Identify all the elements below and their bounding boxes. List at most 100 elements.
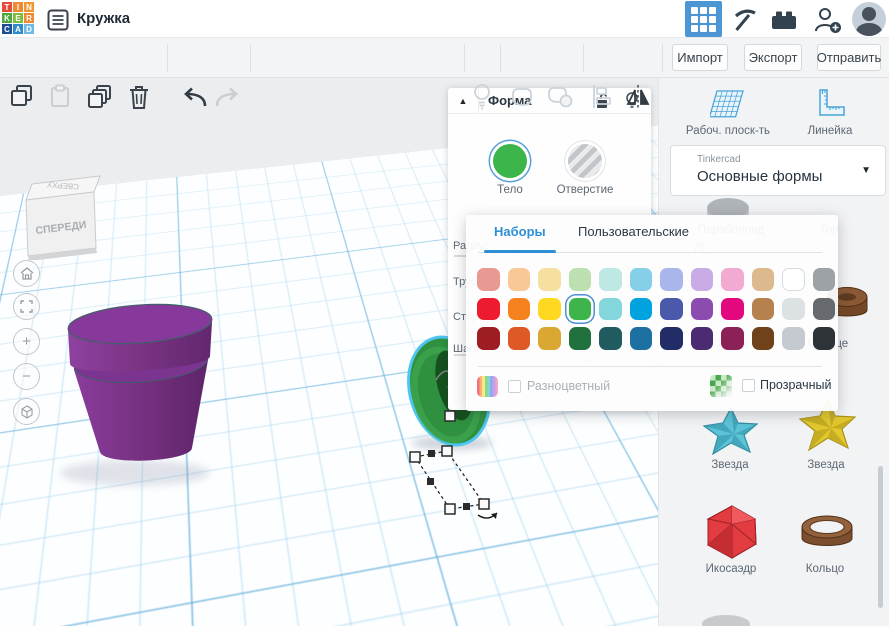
delete-button[interactable] bbox=[127, 84, 151, 110]
color-swatch[interactable] bbox=[569, 298, 592, 321]
duplicate-button[interactable] bbox=[86, 84, 112, 110]
brick-export-button[interactable] bbox=[770, 7, 798, 33]
color-swatch[interactable] bbox=[477, 327, 500, 350]
ruler-tool-label: Линейка bbox=[775, 125, 885, 137]
scale-handle[interactable] bbox=[442, 446, 452, 456]
align-button[interactable] bbox=[590, 84, 612, 109]
color-swatch[interactable] bbox=[782, 327, 805, 350]
color-swatch[interactable] bbox=[599, 327, 622, 350]
icosahedron-thumb[interactable] bbox=[703, 504, 761, 560]
color-swatch[interactable] bbox=[782, 268, 805, 291]
color-swatch[interactable] bbox=[477, 298, 500, 321]
color-swatch[interactable] bbox=[691, 268, 714, 291]
multicolor-icon bbox=[477, 376, 498, 397]
import-button[interactable]: Импорт bbox=[672, 44, 728, 71]
color-swatch[interactable] bbox=[660, 298, 683, 321]
color-swatch[interactable] bbox=[538, 268, 561, 291]
color-swatch[interactable] bbox=[752, 327, 775, 350]
design-menu-button[interactable] bbox=[44, 7, 72, 33]
transparent-checkbox[interactable] bbox=[742, 379, 755, 392]
zoom-out-button[interactable]: − bbox=[13, 363, 40, 390]
top-bar: TIN KER CAD Кружка bbox=[0, 0, 889, 38]
redo-button[interactable] bbox=[214, 86, 242, 108]
scale-handle[interactable] bbox=[445, 504, 455, 514]
ring-thumb[interactable] bbox=[799, 510, 855, 556]
shape-library-dropdown[interactable]: Tinkercad Основные формы ▼ bbox=[670, 145, 886, 196]
tinkercad-app: ч. плоск-ть bbox=[0, 0, 889, 626]
color-swatch[interactable] bbox=[721, 327, 744, 350]
list-icon bbox=[47, 9, 69, 31]
color-swatch[interactable] bbox=[630, 268, 653, 291]
dashboard-button[interactable] bbox=[685, 1, 722, 37]
color-swatch[interactable] bbox=[569, 327, 592, 350]
edge-handle[interactable] bbox=[428, 450, 435, 457]
workplane-tool[interactable]: Рабоч. плоск-ть bbox=[673, 88, 783, 137]
tab-custom[interactable]: Пользовательские bbox=[578, 224, 689, 239]
scale-handle[interactable] bbox=[479, 499, 489, 509]
color-swatch[interactable] bbox=[508, 268, 531, 291]
invite-button[interactable] bbox=[814, 7, 842, 33]
person-add-icon bbox=[814, 7, 842, 34]
color-swatch[interactable] bbox=[660, 268, 683, 291]
star-blue-thumb[interactable] bbox=[701, 404, 761, 458]
mug-upper-band bbox=[67, 300, 213, 371]
color-swatch[interactable] bbox=[630, 298, 653, 321]
color-swatch[interactable] bbox=[599, 298, 622, 321]
color-swatch[interactable] bbox=[721, 298, 744, 321]
color-swatch[interactable] bbox=[752, 298, 775, 321]
color-swatch[interactable] bbox=[630, 327, 653, 350]
color-swatch[interactable] bbox=[660, 327, 683, 350]
scale-handle[interactable] bbox=[410, 452, 420, 462]
color-swatch[interactable] bbox=[782, 298, 805, 321]
ungroup-button[interactable] bbox=[546, 86, 574, 108]
send-button[interactable]: Отправить bbox=[817, 44, 881, 71]
undo-button[interactable] bbox=[180, 86, 208, 108]
hole-mode-label: Отверстие bbox=[545, 184, 625, 196]
multicolor-checkbox[interactable] bbox=[508, 380, 521, 393]
color-swatch[interactable] bbox=[477, 268, 500, 291]
color-swatch[interactable] bbox=[813, 268, 836, 291]
solid-mode-label: Тело bbox=[470, 184, 550, 196]
edge-handle[interactable] bbox=[427, 478, 434, 485]
color-swatch[interactable] bbox=[691, 298, 714, 321]
workplane-icon bbox=[710, 88, 746, 120]
swatch-row bbox=[477, 268, 835, 291]
perspective-cube-icon bbox=[20, 405, 34, 419]
color-swatch[interactable] bbox=[813, 327, 836, 350]
panel-scrollbar[interactable] bbox=[878, 466, 883, 608]
export-button[interactable]: Экспорт bbox=[744, 44, 802, 71]
color-swatch[interactable] bbox=[599, 268, 622, 291]
color-swatch[interactable] bbox=[569, 268, 592, 291]
home-view-button[interactable] bbox=[13, 260, 40, 287]
ruler-tool[interactable]: Линейка bbox=[775, 88, 885, 137]
paste-button[interactable] bbox=[48, 84, 72, 108]
group-button[interactable] bbox=[509, 86, 535, 108]
avatar[interactable] bbox=[852, 2, 886, 36]
mirror-button[interactable] bbox=[624, 83, 652, 110]
minecraft-export-button[interactable] bbox=[731, 7, 759, 33]
solid-mode-button[interactable] bbox=[493, 144, 527, 178]
view-cube[interactable]: СПЕРЕДИ СВЕРХУ bbox=[10, 160, 106, 260]
edge-handle[interactable] bbox=[463, 503, 470, 510]
zoom-in-button[interactable]: + bbox=[13, 328, 40, 355]
tab-presets[interactable]: Наборы bbox=[494, 224, 546, 239]
color-swatch[interactable] bbox=[538, 327, 561, 350]
next-shape-thumb bbox=[701, 614, 751, 626]
color-swatch[interactable] bbox=[538, 298, 561, 321]
color-picker-popup: Наборы Пользовательские Разноцветный Про… bbox=[466, 215, 838, 411]
fit-view-button[interactable] bbox=[13, 293, 40, 320]
color-swatch[interactable] bbox=[752, 268, 775, 291]
color-swatch[interactable] bbox=[508, 327, 531, 350]
scale-handle-top[interactable] bbox=[445, 411, 455, 421]
copy-button[interactable] bbox=[10, 84, 34, 108]
color-swatch[interactable] bbox=[721, 268, 744, 291]
hole-mode-button[interactable] bbox=[568, 144, 602, 178]
mug-shape[interactable] bbox=[60, 300, 240, 480]
light-bulb-button[interactable] bbox=[472, 83, 492, 110]
paraboloid-thumb[interactable] bbox=[705, 196, 751, 216]
color-swatch[interactable] bbox=[813, 298, 836, 321]
color-swatch[interactable] bbox=[691, 327, 714, 350]
color-swatch[interactable] bbox=[508, 298, 531, 321]
perspective-toggle-button[interactable] bbox=[13, 398, 40, 425]
tinkercad-logo[interactable]: TIN KER CAD bbox=[2, 2, 34, 34]
